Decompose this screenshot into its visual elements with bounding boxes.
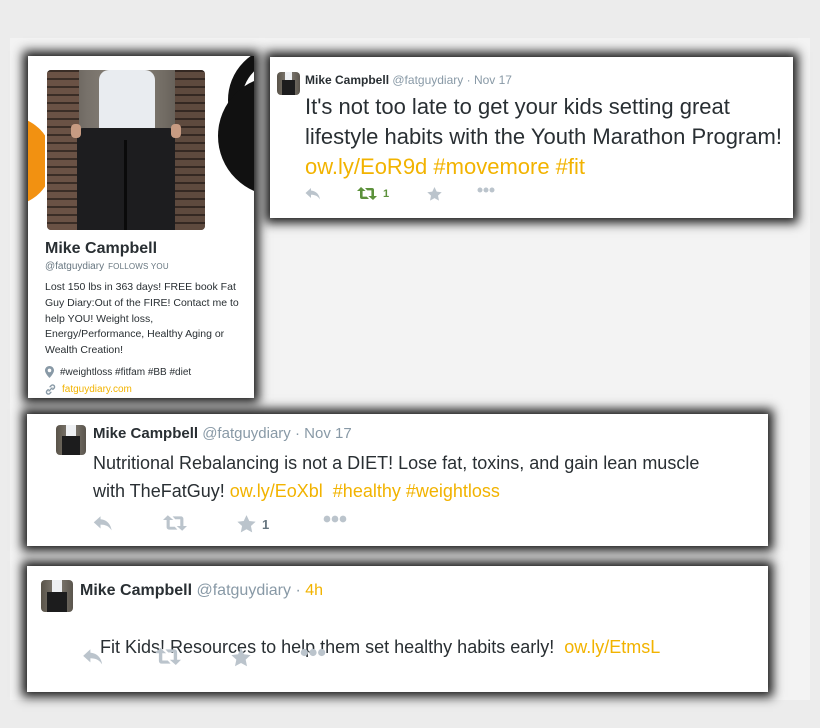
tweet-author-handle[interactable]: @fatguydiary (196, 582, 291, 599)
profile-card: Mike Campbell @fatguydiary FOLLOWS YOU Lo… (28, 56, 254, 398)
tweet-time-separator: · (466, 73, 471, 87)
tweet-author-handle[interactable]: @fatguydiary (392, 73, 463, 87)
retweet-button[interactable] (163, 515, 193, 531)
retweet-count: 1 (383, 187, 390, 200)
more-button[interactable] (477, 187, 495, 193)
tweet-hashtags[interactable]: #healthy #weightloss (323, 481, 500, 501)
profile-url-link[interactable]: fatguydiary.com (62, 384, 132, 395)
tweet-card: Mike Campbell @fatguydiary · 4h Fit Kids… (27, 566, 768, 692)
tweet-link[interactable]: ow.ly/EoXbl (230, 481, 323, 501)
tweet-author-handle[interactable]: @fatguydiary (202, 425, 291, 442)
more-icon (477, 187, 495, 193)
tweet-text: Nutritional Rebalancing is not a DIET! L… (93, 449, 713, 505)
more-icon (323, 515, 347, 523)
profile-location-text: #weightloss #fitfam #BB #diet (60, 366, 192, 378)
reply-button[interactable] (82, 648, 104, 665)
tweet-time-separator: · (295, 582, 301, 599)
reply-button[interactable] (305, 187, 321, 200)
favorite-button[interactable] (231, 648, 251, 667)
profile-photo[interactable] (45, 68, 207, 232)
reply-button[interactable] (93, 515, 113, 531)
tweet-header: Mike Campbell @fatguydiary · Nov 17 (305, 73, 512, 87)
tweet-header: Mike Campbell @fatguydiary · Nov 17 (93, 425, 352, 442)
favorite-icon (231, 648, 251, 667)
favorite-icon (237, 515, 256, 533)
link-icon (45, 384, 56, 395)
tweet-actions: 1 (305, 187, 605, 207)
retweet-icon (163, 515, 187, 531)
follows-you-badge: FOLLOWS YOU (108, 262, 169, 271)
profile-name[interactable]: Mike Campbell (45, 240, 157, 258)
favorite-button[interactable] (427, 187, 448, 201)
more-button[interactable] (300, 648, 326, 657)
tweet-card: Mike Campbell @fatguydiary · Nov 17 It's… (270, 57, 793, 218)
favorite-button[interactable]: 1 (237, 515, 269, 533)
reply-icon (83, 649, 103, 665)
tweet-time-separator: · (294, 425, 300, 442)
tweet-author-name[interactable]: Mike Campbell (93, 425, 198, 442)
more-icon (300, 648, 326, 657)
reply-icon (93, 516, 112, 531)
profile-bio: Lost 150 lbs in 363 days! FREE book Fat … (45, 281, 239, 357)
favorite-count: 1 (262, 516, 270, 532)
tweet-timestamp[interactable]: Nov 17 (304, 425, 352, 442)
retweet-icon (357, 187, 377, 200)
tweet-text: Fit Kids! Resources to help them set hea… (80, 608, 760, 686)
tweet-avatar[interactable] (56, 425, 86, 455)
tweet-actions (82, 648, 382, 668)
tweet-body: It's not too late to get your kids setti… (305, 94, 782, 149)
profile-url[interactable]: fatguydiary.com (45, 384, 132, 395)
tweet-avatar[interactable] (41, 580, 73, 612)
more-button[interactable] (323, 515, 347, 523)
tweet-link[interactable]: ow.ly/EoR9d (305, 154, 427, 179)
retweet-button[interactable]: 1 (357, 187, 389, 200)
tweet-text: It's not too late to get your kids setti… (305, 92, 793, 182)
retweet-icon (155, 648, 181, 665)
tweet-author-name[interactable]: Mike Campbell (305, 73, 389, 87)
map-pin-icon (45, 366, 54, 378)
retweet-button[interactable] (155, 648, 181, 665)
tweet-timestamp[interactable]: Nov 17 (474, 73, 512, 87)
tweet-avatar[interactable] (277, 72, 300, 95)
tweet-header: Mike Campbell @fatguydiary · 4h (80, 582, 323, 600)
tweet-timestamp[interactable]: 4h (305, 582, 323, 599)
profile-handle-row: @fatguydiary FOLLOWS YOU (45, 261, 169, 272)
profile-location: #weightloss #fitfam #BB #diet (45, 366, 191, 378)
tweet-author-name[interactable]: Mike Campbell (80, 582, 192, 599)
reply-icon (305, 188, 320, 200)
tweet-hashtags[interactable]: #movemore #fit (427, 154, 585, 179)
tweet-actions: 1 (93, 515, 413, 535)
tweet-card: Mike Campbell @fatguydiary · Nov 17 Nutr… (27, 414, 768, 546)
favorite-icon (427, 187, 442, 201)
profile-handle[interactable]: @fatguydiary (45, 261, 104, 272)
tweet-link[interactable]: ow.ly/EtmsL (564, 637, 660, 657)
